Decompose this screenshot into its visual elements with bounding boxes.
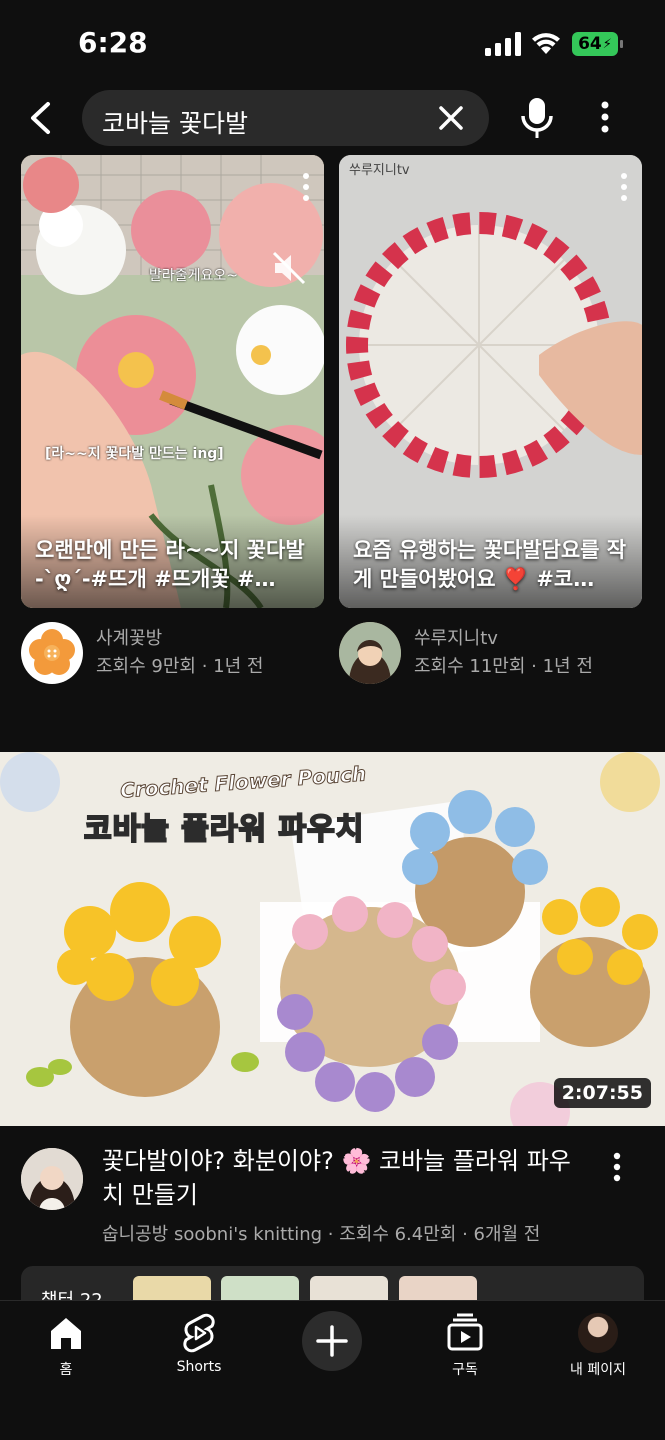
short-title: 오랜만에 만든 라~~지 꽃다발 -`ღ´-#뜨개 #뜨개꽃 #…: [35, 538, 305, 591]
short-card[interactable]: 쑤루지니tv 요즘 유행하는 꽃다발담요를 작게 만들어봤어요 ❣️ #코…: [339, 155, 642, 608]
video-thumbnail[interactable]: Crochet Flower Pouch 코바늘 플라워 파우치 2:07:55: [0, 752, 665, 1126]
short-watermark-text: 쑤루지니tv: [349, 163, 410, 178]
short-card[interactable]: 발라줄게요오~ [라~~지 꽃다발 만드는 ing] 오랜만에 만든 라~~지 …: [21, 155, 324, 608]
more-vertical-icon: [613, 1152, 621, 1182]
nav-subscriptions-label: 구독: [452, 1362, 478, 1378]
search-input[interactable]: 코바늘 꽃다발: [82, 90, 489, 146]
battery-level: 64: [578, 34, 602, 54]
thumbnail-title: 코바늘 플라워 파우치: [83, 811, 365, 848]
channel-name[interactable]: 쑤루지니tv: [414, 624, 498, 650]
create-button[interactable]: [302, 1311, 362, 1371]
nav-home-label: 홈: [59, 1362, 73, 1378]
status-time: 6:28: [78, 26, 148, 59]
video-duration-badge: 2:07:55: [553, 1078, 651, 1108]
more-vertical-icon: [601, 101, 609, 133]
video-meta: 숩니공방 soobni's knitting · 조회수 6.4만회 · 6개월…: [102, 1224, 541, 1245]
battery-indicator: 64 ⚡: [572, 32, 618, 56]
status-bar: 6:28 64 ⚡: [0, 0, 665, 86]
channel-avatar[interactable]: [21, 622, 83, 684]
short-more-button[interactable]: [302, 173, 310, 201]
cellular-signal-icon: [485, 32, 521, 56]
more-options-button[interactable]: [590, 100, 620, 136]
mute-button[interactable]: [272, 251, 306, 285]
avatar-photo: [21, 1148, 83, 1210]
nav-subscriptions[interactable]: 구독: [410, 1313, 520, 1383]
home-icon: [51, 1318, 81, 1349]
subscriptions-icon: [447, 1313, 483, 1351]
back-button[interactable]: [18, 96, 62, 140]
wifi-icon: [532, 33, 560, 54]
shorts-icon: [183, 1313, 215, 1353]
close-icon: [439, 106, 463, 130]
profile-avatar: [578, 1313, 618, 1353]
clear-search-button[interactable]: [437, 104, 465, 132]
nav-home[interactable]: 홈: [11, 1313, 121, 1383]
search-query: 코바늘 꽃다발: [102, 109, 248, 138]
nav-you-label: 내 페이지: [570, 1362, 626, 1378]
bottom-navigation: 홈 Shorts 구독 내 페이지: [0, 1300, 665, 1440]
plus-icon: [316, 1325, 348, 1357]
more-vertical-icon: [303, 173, 309, 201]
short-meta: 조회수 11만회 · 1년 전: [414, 656, 593, 677]
video-more-button[interactable]: [609, 1152, 625, 1182]
chevron-left-icon: [31, 102, 50, 134]
short-more-button[interactable]: [620, 173, 628, 201]
short-caption-text: [라~~지 꽃다발 만드는 ing]: [45, 446, 224, 462]
flower-logo-icon: [29, 629, 75, 675]
short-caption-text: 발라줄게요오~: [149, 268, 239, 284]
nav-shorts[interactable]: Shorts: [144, 1313, 254, 1383]
channel-avatar[interactable]: [21, 1148, 83, 1210]
volume-muted-icon: [272, 251, 306, 285]
nav-shorts-label: Shorts: [176, 1359, 222, 1375]
short-title: 요즘 유행하는 꽃다발담요를 작게 만들어봤어요 ❣️ #코…: [353, 538, 627, 591]
video-title[interactable]: 꽃다발이야? 화분이야? 🌸 코바늘 플라워 파우치 만들기: [102, 1144, 572, 1212]
short-meta: 조회수 9만회 · 1년 전: [96, 656, 264, 677]
more-vertical-icon: [621, 173, 627, 201]
nav-you[interactable]: 내 페이지: [543, 1313, 653, 1383]
battery-nub: [620, 40, 623, 48]
voice-search-button[interactable]: [519, 96, 555, 140]
channel-avatar[interactable]: [339, 622, 401, 684]
channel-name[interactable]: 사계꽃방: [96, 624, 162, 650]
charging-bolt-icon: ⚡: [602, 36, 612, 52]
microphone-icon: [521, 98, 553, 138]
avatar-illustration: [339, 622, 401, 684]
